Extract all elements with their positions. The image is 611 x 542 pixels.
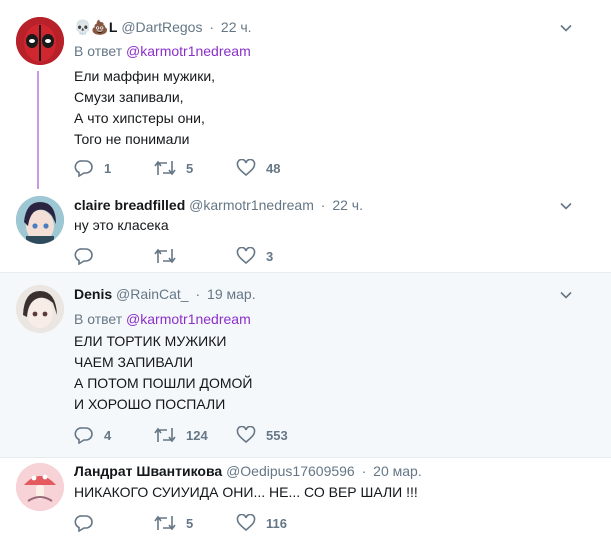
tweet[interactable]: 💀💩L @DartRegos · 22 ч. В ответ @karmotr1…	[0, 0, 611, 188]
deadpool-avatar-icon	[16, 17, 64, 65]
avatar[interactable]	[16, 463, 64, 511]
like-count: 3	[266, 248, 274, 264]
tweet[interactable]: Denis @RainCat_ · 19 мар. В ответ @karmo…	[0, 273, 611, 457]
display-name[interactable]: Denis	[74, 286, 112, 302]
tweet-actions: 3	[74, 247, 394, 267]
reply-context: В ответ @karmotr1nedream	[74, 311, 251, 327]
reply-count: 4	[104, 427, 112, 443]
reply-button[interactable]	[74, 247, 104, 265]
retweet-icon	[154, 427, 176, 443]
reply-icon	[74, 160, 93, 177]
display-name[interactable]: claire breadfilled	[74, 197, 185, 213]
chevron-down-icon[interactable]	[559, 199, 573, 213]
reply-button[interactable]: 1	[74, 159, 111, 177]
like-button[interactable]: 553	[236, 426, 288, 444]
user-handle[interactable]: @karmotr1nedream	[189, 197, 314, 213]
chevron-down-icon[interactable]	[559, 288, 573, 302]
like-button[interactable]: 116	[236, 514, 287, 532]
separator-dot: ·	[361, 463, 367, 479]
chevron-down-icon[interactable]	[559, 21, 573, 35]
reply-prefix: В ответ	[74, 311, 123, 327]
avatar[interactable]	[16, 196, 64, 244]
like-count: 553	[266, 427, 288, 443]
heart-icon	[236, 159, 256, 177]
retweet-button[interactable]: 5	[154, 514, 193, 532]
retweet-count: 5	[186, 515, 194, 531]
reply-icon	[74, 515, 93, 532]
heart-icon	[236, 426, 256, 444]
display-name[interactable]: 💀💩L	[74, 19, 117, 35]
reply-count: 1	[104, 160, 112, 176]
heart-icon	[236, 514, 256, 532]
like-count: 116	[266, 515, 287, 531]
retweet-icon	[154, 160, 176, 176]
reply-mention-link[interactable]: @karmotr1nedream	[126, 43, 251, 59]
reply-icon	[74, 427, 93, 444]
tweet-header: Denis @RainCat_ · 19 мар.	[74, 286, 256, 302]
user-handle[interactable]: @DartRegos	[121, 19, 202, 35]
heart-icon	[236, 247, 256, 265]
like-button[interactable]: 48	[236, 159, 280, 177]
separator-dot: ·	[320, 197, 326, 213]
mushroom-avatar-icon	[16, 463, 64, 511]
timestamp[interactable]: 19 мар.	[207, 286, 256, 302]
retweet-button[interactable]: 5	[154, 159, 193, 177]
tweet[interactable]: Ландрат Швантикова @Oedipus17609596 · 20…	[0, 458, 611, 542]
timestamp[interactable]: 22 ч.	[332, 197, 363, 213]
display-name[interactable]: Ландрат Швантикова	[74, 463, 222, 479]
avatar[interactable]	[16, 17, 64, 65]
reply-icon	[74, 248, 93, 265]
tweet-actions: 4 124 553	[74, 426, 394, 446]
user-handle[interactable]: @RainCat_	[116, 286, 189, 302]
retweet-button[interactable]	[154, 247, 186, 265]
anime-avatar-icon	[16, 196, 64, 244]
like-button[interactable]: 3	[236, 247, 273, 265]
reply-button[interactable]: 4	[74, 426, 111, 444]
reply-button[interactable]	[74, 514, 104, 532]
retweet-count: 124	[186, 427, 208, 443]
timestamp[interactable]: 22 ч.	[221, 19, 252, 35]
reply-context: В ответ @karmotr1nedream	[74, 43, 251, 59]
tweet-text: ЕЛИ ТОРТИК МУЖИКИ ЧАЕМ ЗАПИВАЛИ А ПОТОМ …	[74, 333, 253, 412]
retweet-button[interactable]: 124	[154, 426, 208, 444]
tweet-header: claire breadfilled @karmotr1nedream · 22…	[74, 197, 363, 213]
tweet-actions: 5 116	[74, 514, 394, 534]
tweet-text: ну это класека	[74, 217, 169, 233]
tweet-header: 💀💩L @DartRegos · 22 ч.	[74, 19, 252, 36]
anime-avatar-icon	[16, 285, 64, 333]
timestamp[interactable]: 20 мар.	[373, 463, 422, 479]
tweet-text: Ели маффин мужики, Смузи запивали, А что…	[74, 68, 216, 147]
separator-dot: ·	[195, 286, 201, 302]
tweet[interactable]: claire breadfilled @karmotr1nedream · 22…	[0, 188, 611, 272]
tweet-actions: 1 5 48	[74, 159, 394, 179]
like-count: 48	[266, 160, 281, 176]
avatar[interactable]	[16, 285, 64, 333]
tweet-text: НИКАКОГО СУИУИДА ОНИ... НЕ... СО ВЕР ШАЛ…	[74, 484, 418, 500]
retweet-icon	[154, 515, 176, 531]
retweet-icon	[154, 248, 176, 264]
reply-prefix: В ответ	[74, 43, 123, 59]
retweet-count: 5	[186, 160, 194, 176]
user-handle[interactable]: @Oedipus17609596	[226, 463, 355, 479]
separator-dot: ·	[209, 19, 215, 35]
tweet-header: Ландрат Швантикова @Oedipus17609596 · 20…	[74, 463, 422, 479]
reply-mention-link[interactable]: @karmotr1nedream	[126, 311, 251, 327]
